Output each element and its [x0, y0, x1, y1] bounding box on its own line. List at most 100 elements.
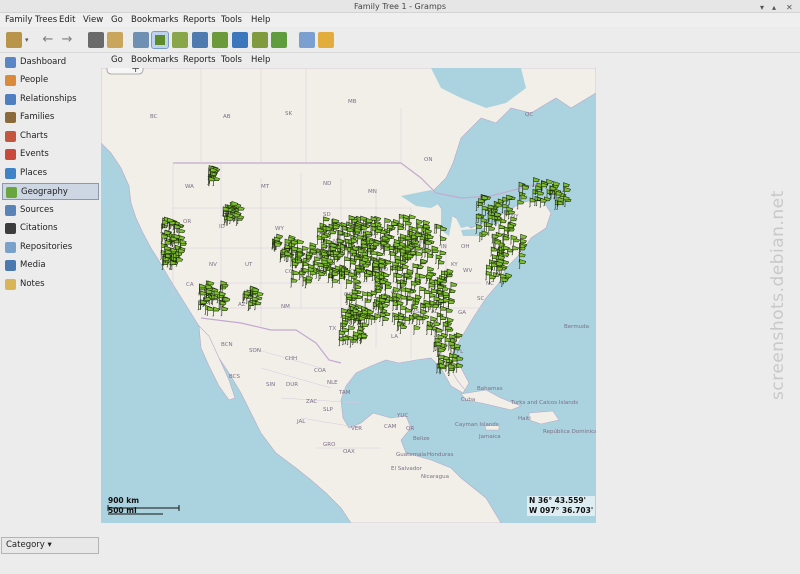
label-state-ut: UT	[245, 262, 253, 268]
geo-menu-reports[interactable]: Reports	[183, 55, 216, 65]
citations-icon	[5, 223, 16, 234]
menu-edit[interactable]: Edit	[59, 14, 75, 26]
sidebar-item-charts[interactable]: Charts	[2, 128, 99, 145]
label-place-nicaragua: Nicaragua	[421, 474, 449, 480]
label-mexico-coa: COA	[314, 368, 326, 374]
category-dropdown[interactable]: Category ▾	[1, 537, 99, 554]
menu-view[interactable]: View	[83, 14, 103, 26]
label-state-mt: MT	[261, 184, 270, 190]
geo-menu-tools[interactable]: Tools	[221, 55, 242, 65]
menu-reports[interactable]: Reports	[183, 14, 216, 26]
window-titlebar: Family Tree 1 - Gramps ▾ ▴ ✕	[0, 0, 800, 13]
configure-view-button[interactable]	[299, 32, 315, 48]
sidebar-item-places[interactable]: Places	[2, 165, 99, 182]
label-state-nm: NM	[281, 304, 290, 310]
charts-icon	[5, 131, 16, 142]
events-map-button[interactable]	[151, 31, 169, 49]
main-toolbar: ▾ ← →	[0, 27, 800, 53]
label-state-la: LA	[391, 334, 398, 340]
menu-help[interactable]: Help	[251, 14, 270, 26]
label-province-bc: BC	[150, 114, 158, 120]
sidebar-item-families[interactable]: Families	[2, 109, 99, 126]
chevron-down-icon: ▾	[47, 540, 52, 550]
event-marker[interactable]	[556, 200, 564, 210]
label-place-belize: Belize	[413, 436, 430, 442]
sidebar-item-label: Families	[20, 112, 55, 122]
menu-tools[interactable]: Tools	[221, 14, 242, 26]
sidebar-item-relationships[interactable]: Relationships	[2, 91, 99, 108]
sidebar-item-label: People	[20, 75, 49, 85]
forward-arrow-icon[interactable]: →	[59, 32, 75, 48]
sidebar-item-label: Charts	[20, 131, 48, 141]
tree-icon-button[interactable]	[6, 32, 22, 48]
watermark: screenshots.debian.net	[768, 170, 798, 410]
ancestors-map-button[interactable]	[232, 32, 248, 48]
geo-menu-help[interactable]: Help	[251, 55, 270, 65]
sidebar-item-label: Media	[20, 260, 46, 270]
label-mexico-bcs: BCS	[229, 374, 241, 380]
label-state-az: AZ	[238, 302, 246, 308]
label-mexico-tam: TAM	[338, 390, 351, 396]
event-marker[interactable]	[494, 202, 503, 213]
scale-labels: 900 km 500 mi	[108, 496, 139, 515]
event-marker[interactable]	[521, 184, 530, 195]
sidebar-item-label: Relationships	[20, 94, 77, 104]
label-place-bermuda: Bermuda	[564, 324, 589, 330]
back-arrow-icon[interactable]: ←	[40, 32, 56, 48]
map-view[interactable]: AB SK MB ON QC BC WA OR ID MT ND SD WY N…	[101, 68, 596, 523]
menu-family-trees[interactable]: Family Trees	[5, 14, 57, 26]
longitude-readout: W 097° 36.703'	[529, 506, 594, 515]
family-map-button[interactable]	[192, 32, 208, 48]
sidebar-item-media[interactable]: Media	[2, 257, 99, 274]
sidebar-item-dashboard[interactable]: Dashboard	[2, 54, 99, 71]
event-marker[interactable]	[518, 258, 527, 269]
sidebar-item-label: Sources	[20, 205, 54, 215]
person-map-button[interactable]	[172, 32, 188, 48]
label-state-tx: TX	[328, 326, 336, 332]
geography-icon	[6, 187, 17, 198]
sidebar-item-geography[interactable]: Geography	[2, 183, 99, 200]
chevron-down-icon[interactable]: ▾	[25, 32, 33, 48]
menu-bookmarks[interactable]: Bookmarks	[131, 14, 179, 26]
label-state-wa: WA	[185, 184, 194, 190]
sidebar-item-notes[interactable]: Notes	[2, 276, 99, 293]
print-icon-button[interactable]	[88, 32, 104, 48]
descendants-map-button[interactable]	[252, 32, 268, 48]
event-marker[interactable]	[475, 201, 484, 211]
sidebar-item-people[interactable]: People	[2, 72, 99, 89]
menu-go[interactable]: Go	[111, 14, 123, 26]
coordinates-readout: N 36° 43.559' W 097° 36.703'	[527, 496, 596, 516]
events-icon	[5, 149, 16, 160]
scale-km-label: 900 km	[108, 496, 140, 505]
all-places-map-button[interactable]	[133, 32, 149, 48]
kinship-map-button[interactable]	[271, 32, 287, 48]
event-marker[interactable]	[500, 276, 509, 287]
dashboard-icon	[5, 57, 16, 68]
label-state-oh: OH	[461, 244, 469, 250]
clipboard-icon-button[interactable]	[107, 32, 123, 48]
event-marker[interactable]	[563, 186, 571, 197]
label-mexico-chh: CHH	[285, 356, 297, 362]
label-mexico-nle: NLE	[327, 380, 338, 386]
sidebar-item-repositories[interactable]: Repositories	[2, 239, 99, 256]
sidebar-item-label: Events	[20, 149, 49, 159]
navigator-sidebar: Dashboard People Relationships Families …	[0, 53, 100, 543]
geo-menu-bookmarks[interactable]: Bookmarks	[131, 55, 179, 65]
sidebar-item-label: Citations	[20, 223, 58, 233]
sidebar-item-events[interactable]: Events	[2, 146, 99, 163]
geo-menu-go[interactable]: Go	[111, 55, 123, 65]
repositories-icon	[5, 242, 16, 253]
sidebar-item-citations[interactable]: Citations	[2, 220, 99, 237]
label-place-honduras: Honduras	[427, 452, 454, 458]
label-province-qc: QC	[525, 112, 533, 118]
families-icon	[5, 112, 16, 123]
label-state-ky: KY	[451, 262, 458, 268]
watermark-logo: screenshots.debian.net	[768, 190, 788, 400]
tools-icon-button[interactable]	[318, 32, 334, 48]
event-map-button[interactable]	[212, 32, 228, 48]
label-state-nc: NC	[486, 281, 494, 287]
sidebar-item-sources[interactable]: Sources	[2, 202, 99, 219]
label-state-or: OR	[183, 219, 191, 225]
label-place-haiti: Haiti	[518, 416, 531, 422]
label-mexico-gro: GRO	[323, 442, 336, 448]
